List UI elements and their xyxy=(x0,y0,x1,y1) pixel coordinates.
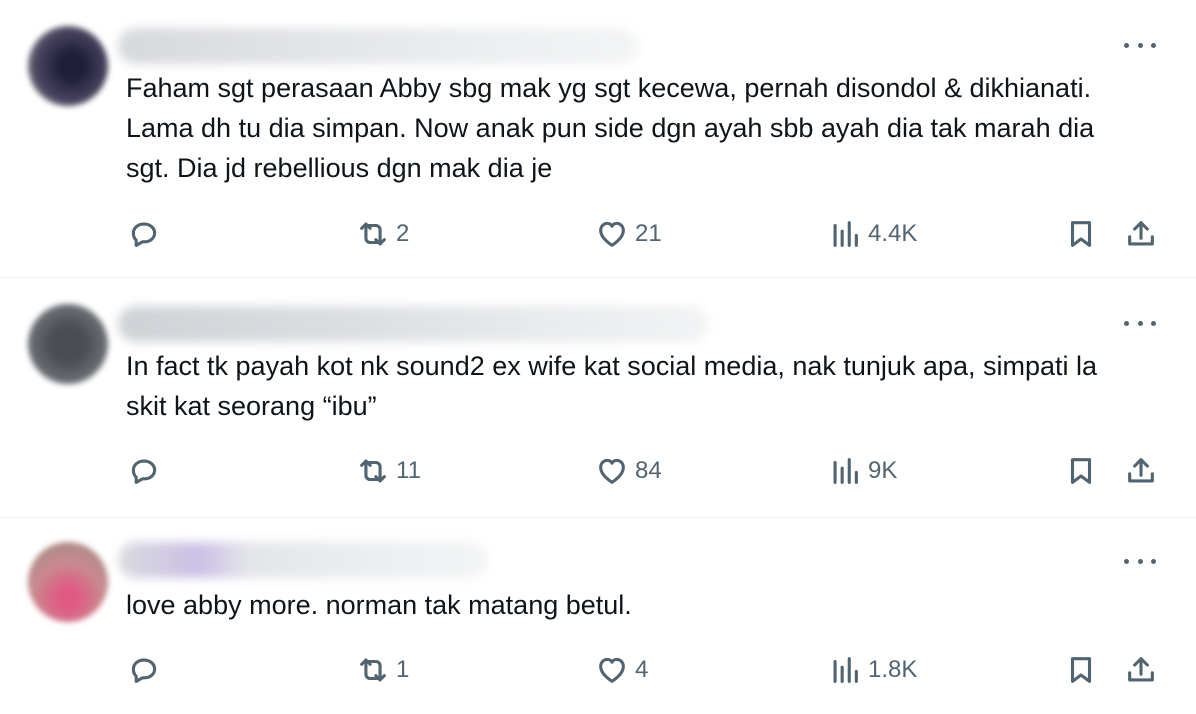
share-button[interactable] xyxy=(1124,214,1158,254)
like-button[interactable]: 84 xyxy=(595,451,662,491)
like-count: 21 xyxy=(635,220,662,247)
retweet-button[interactable]: 1 xyxy=(356,650,409,690)
action-bar: 1 4 1.8K xyxy=(0,650,1196,690)
retweet-count: 1 xyxy=(396,656,410,683)
retweet-count: 2 xyxy=(396,220,410,247)
share-button[interactable] xyxy=(1124,451,1158,491)
views-button[interactable]: 9K xyxy=(828,451,897,491)
retweet-icon xyxy=(360,658,386,682)
retweet-button[interactable]: 2 xyxy=(356,214,409,254)
views-button[interactable]: 4.4K xyxy=(828,214,917,254)
username-blurred[interactable] xyxy=(118,306,708,342)
bookmark-button[interactable] xyxy=(1064,451,1098,491)
heart-icon xyxy=(599,221,625,247)
share-icon xyxy=(1128,657,1154,682)
view-count: 4.4K xyxy=(868,220,918,247)
like-count: 4 xyxy=(635,656,649,683)
analytics-icon xyxy=(833,458,858,484)
analytics-icon xyxy=(833,657,858,683)
tweet-text: Faham sgt perasaan Abby sbg mak yg sgt k… xyxy=(126,73,1095,183)
like-button[interactable]: 4 xyxy=(595,650,648,690)
reply-button[interactable] xyxy=(127,451,161,491)
avatar[interactable] xyxy=(28,26,108,106)
bookmark-button[interactable] xyxy=(1064,650,1098,690)
username-blurred[interactable] xyxy=(118,542,488,578)
username-blurred[interactable] xyxy=(118,28,638,64)
tweet-text: love abby more. norman tak matang betul. xyxy=(126,590,632,620)
heart-icon xyxy=(599,657,625,683)
like-button[interactable]: 21 xyxy=(595,214,662,254)
bookmark-icon xyxy=(1070,221,1092,247)
more-options-icon[interactable] xyxy=(1124,318,1156,328)
reply-icon xyxy=(131,222,157,247)
more-options-icon[interactable] xyxy=(1124,556,1156,566)
reply-button[interactable] xyxy=(127,650,161,690)
avatar[interactable] xyxy=(28,542,108,622)
reply-tweet[interactable]: Faham sgt perasaan Abby sbg mak yg sgt k… xyxy=(0,0,1196,278)
reply-button[interactable] xyxy=(127,214,161,254)
retweet-button[interactable]: 11 xyxy=(356,451,421,491)
view-count: 1.8K xyxy=(868,656,918,683)
heart-icon xyxy=(599,458,625,484)
share-button[interactable] xyxy=(1124,650,1158,690)
retweet-icon xyxy=(360,222,386,246)
bookmark-button[interactable] xyxy=(1064,214,1098,254)
retweet-icon xyxy=(360,459,386,483)
bookmark-icon xyxy=(1070,458,1092,484)
reply-icon xyxy=(131,658,157,683)
action-bar: 11 84 9K xyxy=(0,451,1196,491)
tweet-text: In fact tk payah kot nk sound2 ex wife k… xyxy=(126,351,1098,421)
like-count: 84 xyxy=(635,457,662,484)
view-count: 9K xyxy=(868,457,898,484)
views-button[interactable]: 1.8K xyxy=(828,650,917,690)
more-options-icon[interactable] xyxy=(1124,40,1156,50)
action-bar: 2 21 4.4K xyxy=(0,214,1196,254)
analytics-icon xyxy=(833,221,858,247)
reply-tweet[interactable]: In fact tk payah kot nk sound2 ex wife k… xyxy=(0,278,1196,518)
retweet-count: 11 xyxy=(396,457,421,484)
bookmark-icon xyxy=(1070,657,1092,683)
reply-icon xyxy=(131,459,157,484)
share-icon xyxy=(1128,458,1154,483)
reply-tweet[interactable]: love abby more. norman tak matang betul.… xyxy=(0,518,1196,714)
share-icon xyxy=(1128,221,1154,246)
avatar[interactable] xyxy=(28,304,108,384)
